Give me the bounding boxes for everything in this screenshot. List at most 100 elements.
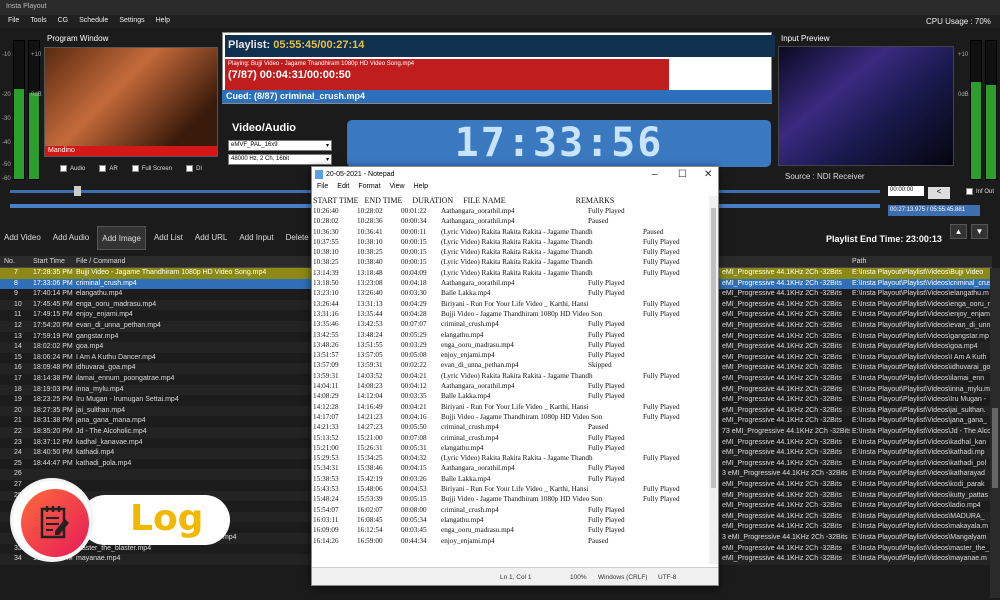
log-start: 13:23:10: [313, 289, 339, 298]
time-input[interactable]: 00:00:00: [888, 186, 924, 196]
np-menu-file[interactable]: File: [317, 183, 328, 195]
col-no[interactable]: No.: [4, 258, 15, 265]
np-menu-format[interactable]: Format: [358, 183, 380, 195]
log-file: criminal_crush.mp4: [441, 423, 499, 432]
scrollbar-thumb[interactable]: [711, 208, 716, 488]
scrollbar-thumb[interactable]: [992, 408, 998, 488]
menu-help[interactable]: Help: [156, 17, 170, 26]
di-checkbox[interactable]: DI: [186, 165, 202, 172]
log-duration: 00:04:18: [401, 279, 427, 288]
cell-path: E:\Insta Playout\Playlist\Videos\gangsta…: [852, 332, 989, 340]
log-file: elangathu.mp4: [441, 443, 484, 452]
video-audio-label: Video/Audio: [232, 122, 296, 134]
add-image-button[interactable]: Add Image: [97, 226, 146, 250]
cell-path: E:\Insta Playout\Playlist\Videos\kathara…: [852, 470, 985, 478]
input-source-label: Source : NDI Receiver: [785, 172, 865, 181]
log-file: (Lyric Video) Rakita Rakita Rakita - Jag…: [441, 258, 593, 267]
time-readout: 00:27:13.975 / 05:55:45.881: [888, 205, 980, 216]
seek-handle[interactable]: [74, 186, 81, 196]
log-line: 16:09:09 16:12:54 00:03:45 enga_ooru_madras…: [313, 525, 709, 535]
log-line: 14:21:33 14:27:23 00:05:50 criminal_crush.m…: [313, 422, 709, 432]
inf-out-checkbox[interactable]: Inf Out: [966, 188, 994, 195]
fullscreen-checkbox[interactable]: Full Screen: [131, 165, 172, 172]
cell-format: eMI_Progressive 44.1KHz 2Ch -32Bits: [722, 417, 842, 425]
log-file: (Lyric Video) Rakita Rakita Rakita - Jag…: [441, 237, 593, 246]
col-file[interactable]: File / Command: [76, 258, 125, 265]
minimize-icon[interactable]: –: [652, 169, 658, 180]
cell-file: idhuvarai_goa.mp4: [76, 364, 136, 372]
cell-path: E:\Insta Playout\Playlist\Videos\ilamai_…: [852, 375, 985, 382]
audio-format-select[interactable]: 48000 Hz, 2 Ch, 16bit ▾: [228, 154, 332, 165]
menu-cg[interactable]: CG: [58, 17, 69, 26]
cell-file: criminal_crush.mp4: [76, 279, 137, 287]
log-remark: Fully Played: [643, 299, 680, 308]
log-line: 13:26:44 13:31:13 00:04:29 Biriyani - Run F…: [313, 299, 709, 309]
log-duration: 00:07:08: [401, 433, 427, 442]
log-start: 15:54:07: [313, 505, 339, 514]
log-file: elangathu.mp4: [441, 330, 484, 339]
log-start: 13:14:39: [313, 268, 339, 277]
menu-file[interactable]: File: [8, 17, 19, 26]
close-icon[interactable]: ✕: [704, 169, 712, 180]
log-line: 14:04:11 14:08:23 00:04:12 Aathangara_oorat…: [313, 381, 709, 391]
video-format-select[interactable]: eMVF_PAL_16x9 ▾: [228, 140, 332, 151]
notepad-title: 20-05-2021 - Notepad: [326, 171, 395, 178]
cell-start-time: 18:35:20 PM: [33, 428, 73, 435]
add-input-button[interactable]: Add Input: [235, 226, 277, 250]
cell-path: E:\Insta Playout\Playlist\Videos\Iru Mug…: [852, 396, 987, 404]
log-start: 10:36:30: [313, 227, 339, 236]
cell-start-time: 18:44:47 PM: [33, 459, 73, 467]
vu-scale-label: 0dB: [31, 92, 42, 98]
log-header: START TIME END TIME DURATION FILE NAME R…: [313, 196, 615, 205]
cell-no: 23: [14, 438, 22, 446]
table-scrollbar[interactable]: [990, 268, 1000, 598]
log-end: 13:42:53: [357, 320, 383, 329]
cell-path: E:\Insta Playout\Playlist\Videos\crimina…: [852, 279, 992, 287]
log-start: 14:21:33: [313, 423, 339, 432]
add-url-button[interactable]: Add URL: [191, 226, 231, 250]
add-video-button[interactable]: Add Video: [0, 226, 45, 250]
cell-file: kadhal_kanavae.mp4: [76, 438, 143, 446]
maximize-icon[interactable]: ☐: [678, 169, 687, 180]
log-file: Aathangara_oorathil.mp4: [441, 279, 515, 288]
time-go-button[interactable]: <: [928, 187, 950, 199]
cell-start-time: 18:02:02 PM: [33, 343, 73, 351]
log-start: 14:08:29: [313, 392, 339, 401]
col-path[interactable]: Path: [852, 258, 866, 265]
notepad-text-area[interactable]: START TIME END TIME DURATION FILE NAME R…: [313, 196, 709, 564]
cell-format: eMI_Progressive 44.1KHz 2Ch -32Bits: [722, 555, 842, 563]
log-remark: Fully Played: [588, 392, 625, 401]
log-end: 10:38:10: [357, 237, 383, 246]
log-file: Balle Lakka.mp4: [441, 474, 491, 483]
np-menu-help[interactable]: Help: [414, 183, 428, 195]
np-menu-edit[interactable]: Edit: [337, 183, 349, 195]
log-duration: 00:04:28: [401, 309, 427, 318]
menu-settings[interactable]: Settings: [119, 17, 144, 26]
log-remark: Fully Played: [643, 309, 680, 318]
cell-format: eMI_Progressive 44.1KHz 2Ch -32Bits: [722, 481, 842, 488]
log-line: 15:43:53 15:48:06 00:04:53 Biriyani - Run F…: [313, 484, 709, 494]
checkbox-label: DI: [196, 166, 203, 173]
add-audio-button[interactable]: Add Audio: [49, 226, 93, 250]
audio-checkbox[interactable]: Audio: [60, 165, 85, 172]
delete-button[interactable]: Delete: [282, 226, 313, 250]
log-start: 10:38:25: [313, 258, 339, 267]
log-remark: Paused: [643, 227, 664, 236]
move-down-button[interactable]: ▼: [971, 224, 988, 239]
ar-checkbox[interactable]: AR: [99, 165, 118, 172]
notepad-scrollbar[interactable]: [709, 196, 718, 564]
menu-schedule[interactable]: Schedule: [79, 17, 108, 26]
cell-no: 22: [14, 428, 22, 435]
add-list-button[interactable]: Add List: [150, 226, 187, 250]
cell-path: E:\Insta Playout\Playlist\Videos\goa.mp4: [852, 343, 978, 351]
cell-path: E:\Insta Playout\Playlist\Videos\kathadi…: [852, 449, 985, 457]
menu-tools[interactable]: Tools: [30, 17, 46, 26]
cell-path: E:\Insta Playout\Playlist\Videos\MADURA_: [852, 512, 985, 520]
log-start: 15:29:53: [313, 454, 339, 463]
cell-file: jana_gana_mana.mp4: [76, 417, 146, 425]
col-start-time[interactable]: Start Time: [33, 258, 65, 265]
np-menu-view[interactable]: View: [390, 183, 405, 195]
move-up-button[interactable]: ▲: [950, 224, 967, 239]
log-duration: 00:05:08: [401, 351, 427, 360]
log-duration: 00:04:32: [401, 454, 427, 463]
